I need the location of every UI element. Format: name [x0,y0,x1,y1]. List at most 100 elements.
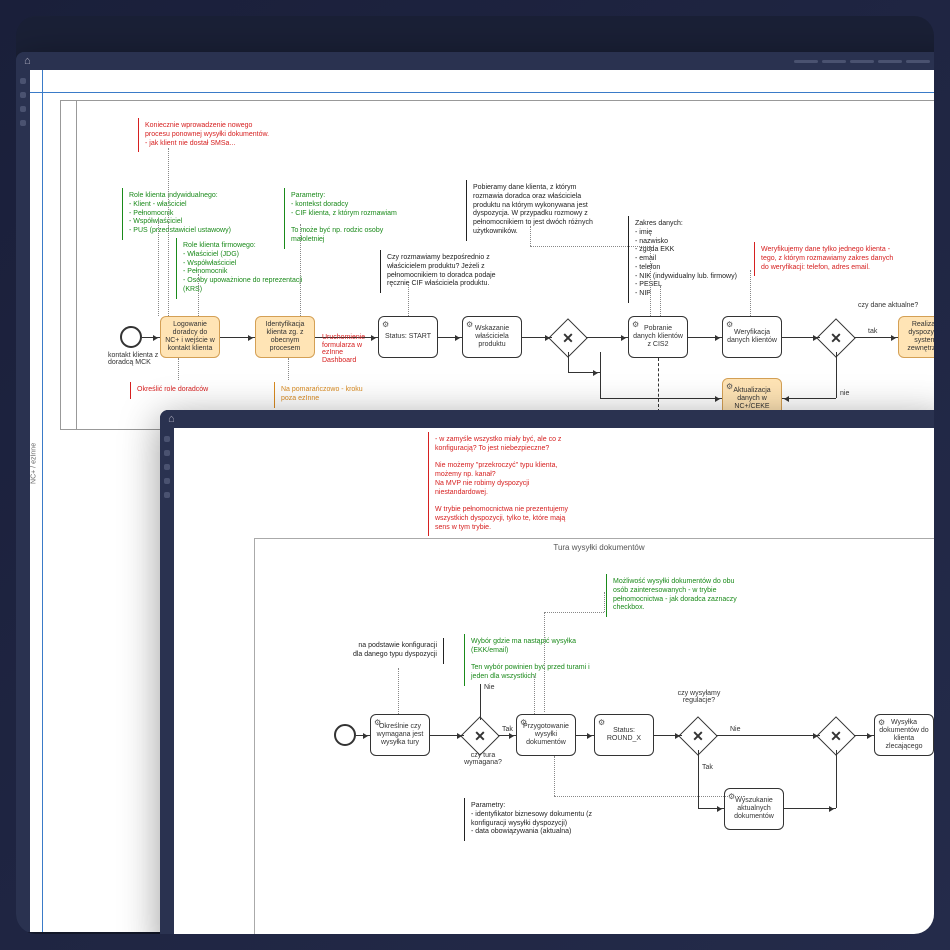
annotation-red: Weryfikujemy dane tylko jednego klienta … [754,242,904,276]
flow [568,352,569,372]
sidebar-item[interactable] [164,450,170,456]
edge-label: Tak [502,726,513,733]
flow [782,337,820,338]
task-label: Aktualizacja danych w NC+/CEKE [727,387,777,411]
task-label: Weryfikacja danych klientów [727,329,777,345]
flow [498,735,516,736]
flow [654,735,682,736]
sidebar-item[interactable] [164,492,170,498]
task-label: Status: ROUND_X [599,727,649,743]
pool-label: NC+ / ezInne [31,443,38,484]
flow [568,372,600,373]
task-identify[interactable]: Identyfikacja klienta zg. z obecnym proc… [255,316,315,358]
home-icon[interactable] [24,55,31,67]
annotation: Pobieramy dane klienta, z którym rozmawi… [466,180,606,241]
titlebar-1[interactable] [16,52,934,70]
task-label: Wskazanie właściciela produktu [467,325,517,349]
sidebar-item[interactable] [20,92,26,98]
task-verify[interactable]: ⚙Weryfikacja danych klientów [722,316,782,358]
task-label: Realizacja dyspozycji w systemie zewnętr… [903,321,934,353]
task-label: Wysyłka dokumentów do klienta zlecająceg… [879,719,929,751]
task-label: Identyfikacja klienta zg. z obecnym proc… [260,321,310,353]
gear-icon: ⚙ [726,382,733,391]
annotation-green: Parametry:- kontekst doradcy- CIF klient… [284,188,424,249]
flow [438,337,462,338]
flow [836,750,837,808]
task-login[interactable]: Logowanie doradcy do NC+ i wejście w kon… [160,316,220,358]
gear-icon: ⚙ [878,718,885,727]
annotation-red: Określić role doradców [130,382,230,399]
flow [784,808,836,809]
edge-label: Tak [702,764,713,771]
annotation-green: Możliwość wysyłki dokumentów do obu osób… [606,574,756,617]
titlebar-2[interactable] [160,410,934,428]
task-send-docs[interactable]: ⚙Wysyłka dokumentów do klienta zlecające… [874,714,934,756]
task-label: Status: START [385,333,431,341]
tabs-placeholder [794,60,934,63]
sidebar-1 [16,70,30,932]
task-owner[interactable]: ⚙Wskazanie właściciela produktu [462,316,522,358]
edge-label: Nie [730,726,741,733]
flow [836,352,837,398]
sidebar-item[interactable] [164,436,170,442]
flow [142,337,160,338]
annotation: Zakres danych:- imię- nazwisko- zgoda EK… [628,216,748,303]
gateway-label: czy dane aktualne? [858,302,918,309]
sidebar-2 [160,428,174,934]
sidebar-item[interactable] [20,78,26,84]
task-check-send[interactable]: ⚙Określnie czy wymagana jest wysyłka tur… [370,714,430,756]
annotation: Parametry:- identyfikator biznesowy doku… [464,798,614,841]
flow [698,808,724,809]
flow [688,337,722,338]
gear-icon: ⚙ [726,320,733,329]
annotation-green: Role klienta indywidualnego:- Klient - w… [122,188,252,240]
task-label: Wyszukanie aktualnych dokumentów [729,797,779,821]
gear-icon: ⚙ [382,320,389,329]
start-event[interactable] [334,724,356,746]
annotation: Czy rozmawiamy bezpośrednio z właściciel… [380,250,510,293]
edge-label: nie [840,390,849,397]
flow [480,684,481,720]
flow [356,735,370,736]
task-prepare[interactable]: ⚙Przygotowanie wysyłki dokumentów [516,714,576,756]
gateway-label: czy wysyłamy regulacje? [664,690,734,704]
sidebar-item[interactable] [20,120,26,126]
home-icon[interactable] [168,413,175,425]
task-status-round[interactable]: ⚙Status: ROUND_X [594,714,654,756]
flow [522,337,552,338]
flow [698,750,699,808]
start-event-label: kontakt klienta z doradcą MCK [108,352,168,366]
task-find-docs[interactable]: ⚙Wyszukanie aktualnych dokumentów [724,788,784,830]
flow [854,735,874,736]
flow [600,398,722,399]
task-label: Przygotowanie wysyłki dokumentów [521,723,571,747]
gear-icon: ⚙ [374,718,381,727]
flow [220,337,255,338]
sidebar-item[interactable] [20,106,26,112]
task-label: Logowanie doradcy do NC+ i wejście w kon… [165,321,215,353]
gear-icon: ⚙ [520,718,527,727]
annotation-orange: Na pomarańczowo - kroku poza ezInne [274,382,374,408]
flow [854,337,898,338]
lane-label [61,101,77,429]
sidebar-item[interactable] [164,464,170,470]
annotation-red: - w zamyśle wszystko miały być, ale co z… [428,432,578,536]
flow-label-red: Uruchomienie formularza w ezInne Dashboa… [322,334,378,365]
sidebar-item[interactable] [164,478,170,484]
task-realize[interactable]: Realizacja dyspozycji w systemie zewnętr… [898,316,934,358]
edge-label: Nie [484,684,495,691]
flow [576,735,594,736]
annotation-red: Koniecznie wprowadzenie nowego procesu p… [138,118,278,152]
diagram-canvas-2[interactable]: - w zamyśle wszystko miały być, ale co z… [174,428,934,934]
gear-icon: ⚙ [598,718,605,727]
task-label: Pobranie danych klientów z CIS2 [633,325,683,349]
window-front: - w zamyśle wszystko miały być, ale co z… [160,410,934,934]
flow [782,398,836,399]
start-event[interactable] [120,326,142,348]
gear-icon: ⚙ [632,320,639,329]
flow [716,735,820,736]
edge-label: tak [868,328,877,335]
task-fetch[interactable]: ⚙Pobranie danych klientów z CIS2 [628,316,688,358]
subprocess-title: Tura wysyłki dokumentów [553,543,644,552]
task-status-start[interactable]: ⚙ Status: START [378,316,438,358]
